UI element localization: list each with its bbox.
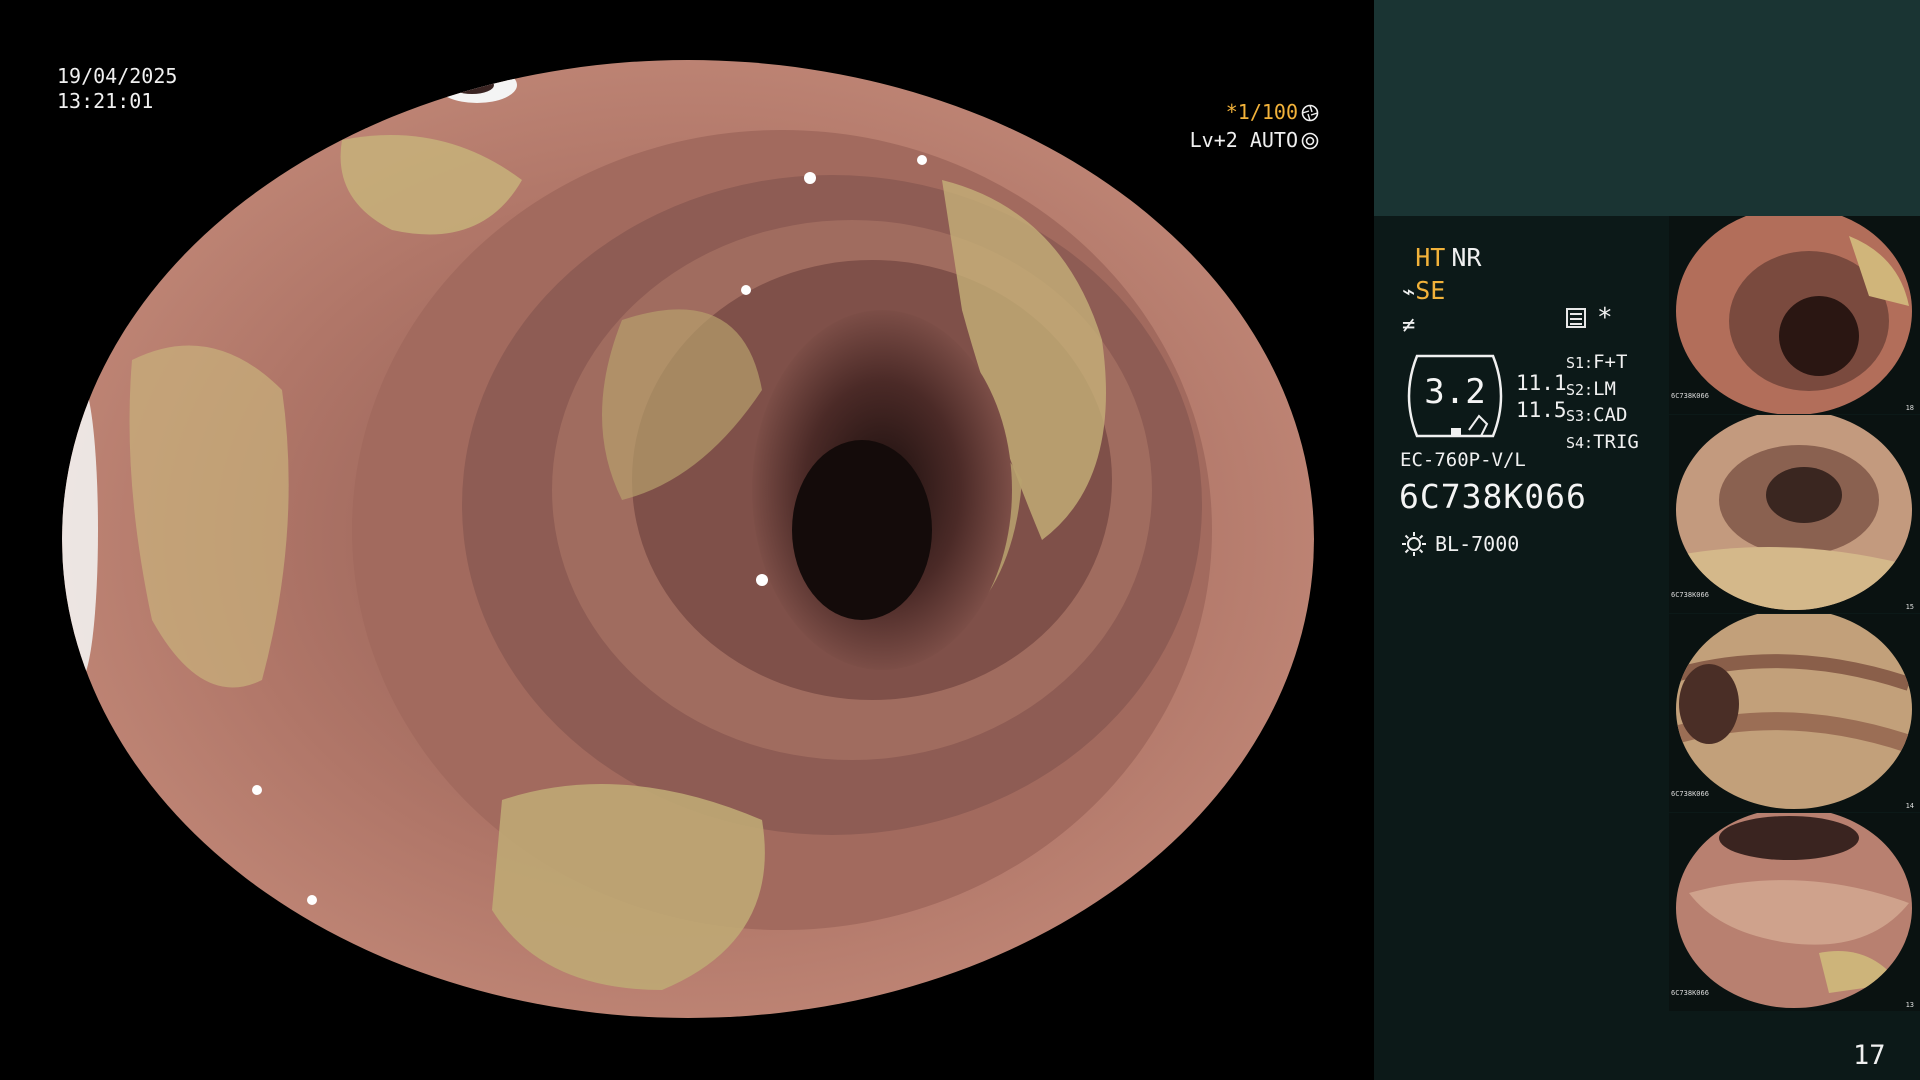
- thumbnail-caption: 6C738K066: [1671, 989, 1709, 997]
- scope-model: EC-760P-V/L: [1400, 449, 1526, 471]
- thumbnail-caption: 6C738K066: [1671, 591, 1709, 599]
- shutter-text: *1/100: [1225, 100, 1298, 124]
- thumbnail-2[interactable]: 6C738K066 15: [1669, 415, 1920, 613]
- thumbnail-number: 13: [1905, 1001, 1914, 1009]
- thumbnail-number: 14: [1905, 802, 1914, 810]
- asterisk-icon: *: [1597, 303, 1613, 333]
- thumbnail-caption: 6C738K066: [1671, 392, 1709, 400]
- level-text: Lv+2 AUTO: [1189, 128, 1298, 152]
- scope-serial: 6C738K066: [1399, 477, 1587, 516]
- slot-1: S1:F+T: [1566, 351, 1628, 373]
- function-slots: S1:F+T S2:LM S3:CAD S4:TRIG: [1566, 350, 1639, 456]
- color-enhance-icon: ≠: [1402, 313, 1416, 338]
- thumbnail-3[interactable]: 6C738K066 14: [1669, 614, 1920, 812]
- page-number: 17: [1853, 1040, 1886, 1071]
- slot-3: S3:CAD: [1566, 404, 1628, 426]
- mode-ht: HT: [1415, 243, 1446, 272]
- sun-icon: [1401, 531, 1427, 557]
- time-text: 13:21:01: [57, 89, 154, 113]
- aperture-icon: [1301, 104, 1319, 122]
- mode-indicators: ⌁HTNR ⌁SE ≠: [1402, 242, 1481, 341]
- shutter-row: *1/100: [1185, 98, 1319, 126]
- mode-se: SE: [1415, 276, 1446, 305]
- auto-icon: [1301, 132, 1319, 150]
- light-source-text: BL-7000: [1435, 532, 1520, 556]
- date-time-readout: 19/04/2025 13:21:01: [57, 64, 177, 114]
- thumbnail-4[interactable]: 6C738K066 13: [1669, 813, 1920, 1011]
- gauge-numbers: 11.1 11.5: [1516, 370, 1567, 424]
- light-source: BL-7000: [1401, 531, 1519, 557]
- panel-header-area: [1374, 0, 1920, 216]
- mode-row-ht: ⌁HTNR: [1402, 242, 1481, 275]
- thumbnail-number: 18: [1905, 404, 1914, 412]
- slot-2: S2:LM: [1566, 377, 1616, 400]
- structure-enhance-icon: ⌁: [1402, 280, 1416, 305]
- mode-nr: NR: [1451, 243, 1482, 272]
- thumbnail-number: 15: [1905, 603, 1914, 611]
- mode-row-se: ⌁SE: [1402, 275, 1481, 308]
- thumbnail-1[interactable]: 6C738K066 18: [1669, 216, 1920, 414]
- exposure-readout: *1/100 Lv+2 AUTO: [1185, 98, 1319, 154]
- settings-box-icon: [1566, 308, 1586, 328]
- endoscope-image: [62, 60, 1314, 1018]
- mode-row-color: ≠: [1402, 308, 1481, 341]
- date-text: 19/04/2025: [57, 64, 178, 88]
- level-row: Lv+2 AUTO: [1185, 126, 1319, 154]
- slot-4: S4:TRIG: [1566, 430, 1639, 453]
- endoscope-view: 19/04/2025 13:21:01 *1/100 Lv+2 AUTO: [0, 0, 1374, 1080]
- gauge-number-2: 11.5: [1516, 398, 1567, 422]
- gauge-value: 3.2: [1424, 372, 1486, 412]
- thumbnail-caption: 6C738K066: [1671, 790, 1709, 798]
- gauge-number-1: 11.1: [1516, 371, 1567, 395]
